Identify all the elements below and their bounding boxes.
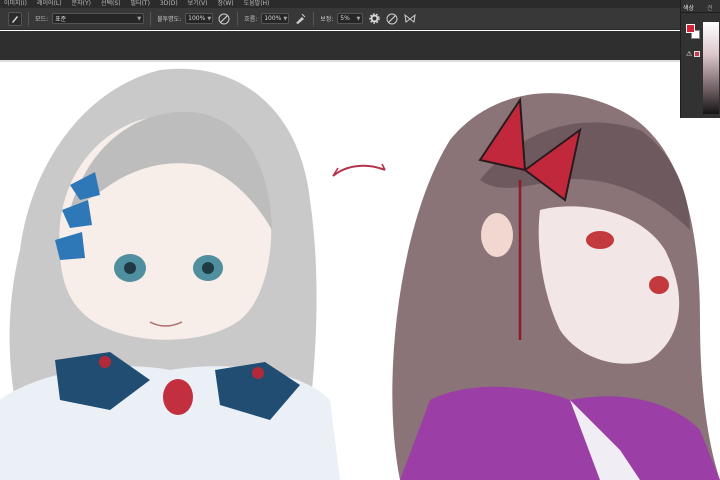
brush-preset-button[interactable]	[8, 11, 22, 26]
chevron-down-icon: ▼	[283, 15, 288, 22]
gear-icon	[369, 13, 380, 24]
separator	[313, 11, 315, 26]
menu-view[interactable]: 보기(V)	[188, 0, 208, 8]
tool-options-bar: 모드: 표준 ▼ 불투명도: 100% ▼ 흐름: 100% ▼ 보정: 5% …	[0, 8, 680, 30]
menu-window[interactable]: 창(W)	[218, 0, 234, 8]
flow-value: 100%	[264, 15, 282, 22]
separator	[150, 11, 152, 26]
flow-label: 흐름:	[244, 16, 258, 23]
chevron-down-icon: ▼	[137, 15, 142, 22]
pressure-size-icon	[386, 13, 398, 24]
pressure-opacity-icon	[218, 13, 230, 24]
gamut-warning-icon: ⚠	[686, 50, 693, 58]
pressure-opacity-button[interactable]	[217, 12, 231, 26]
opacity-input[interactable]: 100% ▼	[185, 13, 214, 24]
canvas[interactable]	[0, 62, 720, 480]
smoothing-settings-button[interactable]	[367, 12, 381, 26]
menu-help[interactable]: 도움말(H)	[244, 0, 270, 8]
menu-layer[interactable]: 레이어(L)	[37, 0, 62, 8]
opacity-label: 불투명도:	[157, 16, 182, 23]
pressure-size-button[interactable]	[385, 12, 399, 26]
menu-image[interactable]: 이미지(I)	[4, 0, 27, 8]
separator	[237, 11, 239, 26]
symmetry-button[interactable]	[403, 12, 417, 26]
menu-select[interactable]: 선택(S)	[101, 0, 121, 8]
menu-type[interactable]: 문자(Y)	[72, 0, 91, 8]
airbrush-icon	[296, 13, 306, 24]
panel-divider	[681, 12, 720, 13]
butterfly-symmetry-icon	[404, 13, 416, 23]
chevron-down-icon: ▼	[207, 15, 212, 22]
smoothing-label: 보정:	[320, 16, 334, 23]
mode-label: 모드:	[35, 16, 49, 23]
artwork-illustration	[0, 68, 720, 480]
smoothing-input[interactable]: 5% ▼	[337, 13, 364, 24]
tab-swatches[interactable]: 견	[707, 3, 713, 12]
brush-icon	[12, 15, 18, 23]
mode-value: 표준	[55, 16, 67, 23]
document-tab-area	[0, 31, 680, 60]
opacity-value: 100%	[188, 15, 206, 22]
tab-color[interactable]: 색상	[683, 3, 694, 12]
mode-dropdown[interactable]: 표준 ▼	[52, 13, 145, 24]
menu-bar: 이미지(I) 레이어(L) 문자(Y) 선택(S) 필터(T) 3D(D) 보기…	[0, 0, 680, 8]
chevron-down-icon: ▼	[356, 15, 361, 22]
menu-filter[interactable]: 필터(T)	[131, 0, 150, 8]
menu-3d[interactable]: 3D(D)	[160, 0, 178, 8]
flow-input[interactable]: 100% ▼	[261, 13, 290, 24]
smoothing-value: 5%	[340, 15, 350, 22]
gamut-correction-swatch[interactable]	[694, 51, 700, 57]
airbrush-button[interactable]	[293, 12, 307, 26]
foreground-color-swatch[interactable]	[686, 24, 695, 33]
separator	[28, 11, 29, 26]
